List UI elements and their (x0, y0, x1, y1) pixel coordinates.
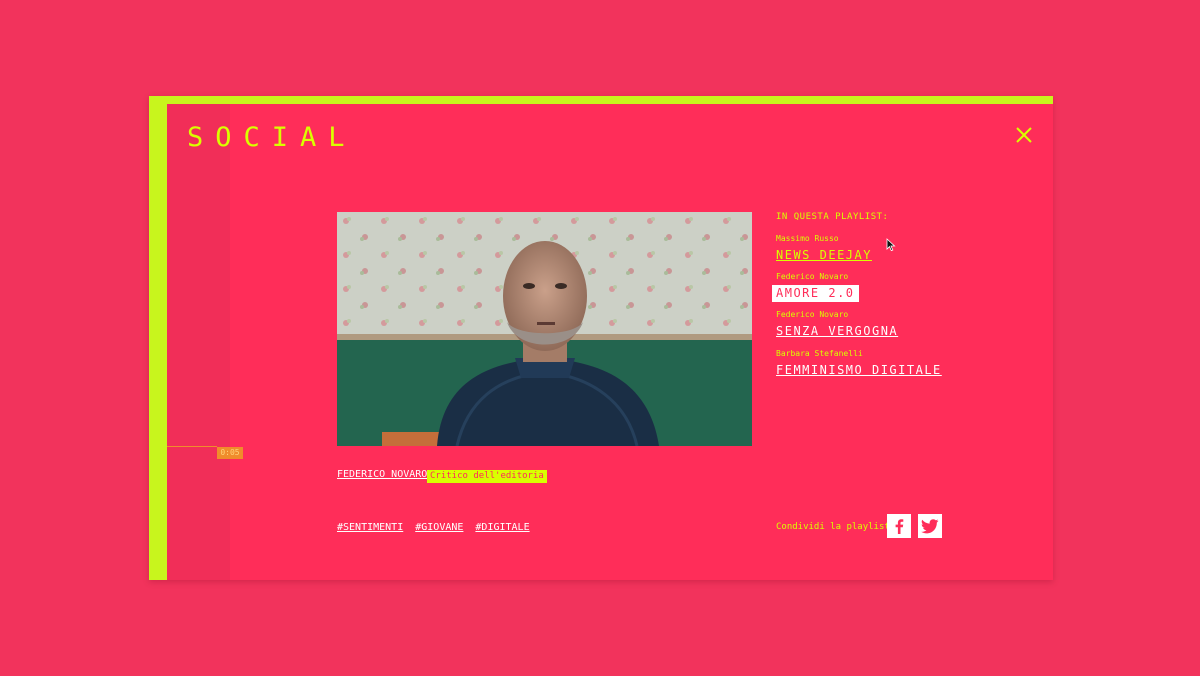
tag-digitale[interactable]: #DIGITALE (475, 522, 529, 533)
video-player[interactable] (337, 212, 752, 446)
facebook-icon (895, 519, 904, 534)
tag-sentimenti[interactable]: #SENTIMENTI (337, 522, 403, 533)
speaker-name[interactable]: FEDERICO NOVARO (337, 469, 427, 480)
page-title: SOCIAL (187, 122, 357, 153)
playlist-heading: IN QUESTA PLAYLIST: (776, 212, 889, 222)
share-label: Condividi la playlist (776, 522, 890, 532)
playlist-item-author: Massimo Russo (776, 234, 839, 243)
playlist-item[interactable]: Barbara Stefanelli FEMMINISMO DIGITALE (776, 348, 942, 378)
close-button[interactable] (1013, 124, 1035, 146)
playlist-item-title[interactable]: AMORE 2.0 (772, 285, 859, 302)
playlist-item[interactable]: Federico Novaro SENZA VERGOGNA (776, 309, 898, 339)
playlist-item[interactable]: Massimo Russo NEWS DEEJAY (776, 233, 872, 263)
playlist-item-title[interactable]: SENZA VERGOGNA (776, 324, 898, 339)
accent-border-top (149, 96, 1053, 104)
tag-giovane[interactable]: #GIOVANE (415, 522, 463, 533)
timeline-time: 0:05 (217, 447, 243, 459)
twitter-icon (921, 518, 939, 533)
tag-list: #SENTIMENTI #GIOVANE #DIGITALE (337, 522, 530, 533)
speaker-role-badge: Critico dell'editoria (427, 470, 547, 483)
timeline-progress-line (167, 446, 217, 447)
accent-border-left (149, 96, 167, 580)
close-icon (1016, 127, 1032, 143)
playlist-item-author: Barbara Stefanelli (776, 349, 863, 358)
playlist-item-author: Federico Novaro (776, 272, 849, 281)
playlist-item-author: Federico Novaro (776, 310, 849, 319)
video-frame-image (337, 212, 752, 446)
timeline-strip[interactable] (167, 104, 230, 580)
mouse-cursor-icon (886, 238, 896, 252)
playlist-item-title[interactable]: FEMMINISMO DIGITALE (776, 363, 942, 378)
social-modal: 0:05 SOCIAL FEDERICO NOVARO Critico dell… (149, 96, 1053, 580)
facebook-share-button[interactable] (887, 514, 911, 538)
playlist-item-title[interactable]: NEWS DEEJAY (776, 248, 872, 263)
playlist-item-active[interactable]: Federico Novaro AMORE 2.0 (772, 271, 859, 302)
twitter-share-button[interactable] (918, 514, 942, 538)
